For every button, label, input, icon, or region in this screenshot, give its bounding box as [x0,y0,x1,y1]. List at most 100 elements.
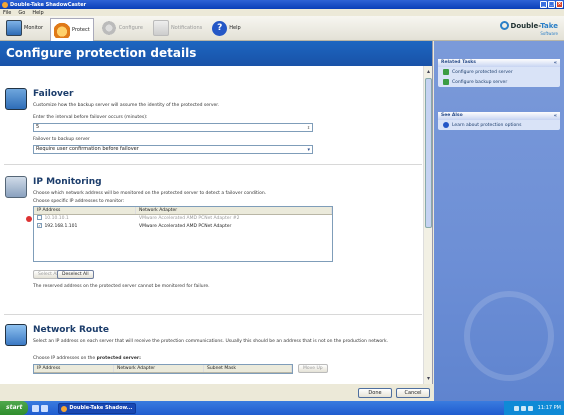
ip-monitoring-icon [5,176,27,198]
start-button[interactable]: start [0,401,29,415]
tray-icon[interactable] [527,405,533,411]
row-checkbox[interactable]: ✓ [37,223,42,228]
row-checkbox[interactable] [37,215,42,220]
route-choose-text: Choose IP addresses on the [33,356,97,361]
failover-desc: Customize how the backup server will ass… [33,103,220,108]
notifications-button[interactable]: Notifications [150,18,205,38]
ip-table: IP Address Network Adapter 10.10.10.1 VM… [26,206,333,262]
tray-icon[interactable] [520,405,526,411]
failover-select[interactable]: Require user confirmation before failove… [33,145,313,154]
network-route-section: Network Route Select an IP address on ea… [5,322,418,384]
column-network-adapter[interactable]: Network Adapter [136,207,332,214]
network-route-title: Network Route [33,325,109,335]
error-icon [26,216,32,222]
monitor-button[interactable]: Monitor [3,18,46,38]
main-panel: Configure protection details Failover Cu… [0,41,433,401]
scroll-down-icon[interactable]: ▾ [425,375,432,382]
route-table-header: IP Address Network Adapter Subnet Mask [34,365,292,373]
scroll-up-icon[interactable]: ▴ [425,68,432,75]
cancel-button[interactable]: Cancel [396,388,430,398]
quick-launch-icon[interactable] [32,404,40,412]
help-button[interactable]: ? Help [209,18,243,38]
toolbar: Monitor Protect Configure Notifications … [0,16,564,41]
taskbar-app-button[interactable]: Double-Take Shadow... [58,402,137,414]
related-tasks-header[interactable]: Related Tasks « [438,59,560,67]
interval-label: Enter the interval before failover occur… [33,115,148,120]
window-controls: _ □ × [540,1,563,8]
configure-label: Configure [118,25,143,31]
route-choose-label: Choose IP addresses on the protected ser… [33,356,141,361]
tray-icon[interactable] [513,405,519,411]
scroll-thumb[interactable] [425,78,432,228]
taskbar-app-label: Double-Take Shadow... [69,404,133,411]
see-also-box: See Also « Learn about protection option… [438,112,560,130]
divider [4,164,422,165]
table-row[interactable]: ✓ 192.168.1.101 VMware Accelerated AMD P… [34,223,332,231]
help-icon [443,122,449,128]
see-also-header[interactable]: See Also « [438,112,560,120]
failover-title: Failover [33,89,74,99]
protect-button[interactable]: Protect [50,17,94,41]
failover-select-value: Require user confirmation before failove… [36,146,139,152]
notifications-label: Notifications [170,25,203,31]
menu-help[interactable]: Help [32,10,43,16]
dialog-footer: Done Cancel [0,384,433,401]
monitor-label: Monitor [24,25,44,31]
adapter-cell: VMware Accelerated AMD PCNet Adapter [139,224,232,229]
menu-go[interactable]: Go [18,10,25,16]
related-tasks-title: Related Tasks [441,60,476,65]
done-button[interactable]: Done [358,388,392,398]
logo-mark-icon [499,21,509,30]
content-area: Failover Customize how the backup server… [0,66,424,384]
quick-launch-icon[interactable] [41,404,49,412]
logo-double: Double- [510,21,541,30]
see-also-title: See Also [441,113,463,118]
title-bar: Double-Take ShadowCaster _ □ × [0,0,564,9]
failover-label: Failover to backup server [33,137,90,142]
collapse-icon[interactable]: « [554,112,557,120]
deselect-all-button[interactable]: Deselect All [57,270,94,279]
interval-input[interactable]: 5 ⇕ [33,123,313,132]
ip-monitoring-section: IP Monitoring Choose which network addre… [5,174,418,304]
table-row[interactable]: 10.10.10.1 VMware Accelerated AMD PCNet … [26,215,332,223]
server-icon [443,69,449,75]
monitor-icon [6,20,22,36]
task-configure-protected[interactable]: Configure protected server [438,67,560,77]
task-configure-backup[interactable]: Configure backup server [438,77,560,87]
network-route-desc: Select an IP address on each server that… [33,339,389,344]
minimize-button[interactable]: _ [540,1,547,8]
column-network-adapter[interactable]: Network Adapter [114,365,204,372]
column-ip-address[interactable]: IP Address [34,207,136,214]
task-label: Configure backup server [452,79,508,85]
ip-cell: 192.168.1.101 [44,224,78,229]
vertical-scrollbar[interactable]: ▴ ▾ [423,66,432,384]
task-label: Configure protected server [452,69,513,75]
divider [4,314,422,315]
ip-monitoring-title: IP Monitoring [33,177,102,187]
logo-sub: Software [540,31,558,36]
protect-label: Protect [72,26,90,33]
column-ip-address[interactable]: IP Address [34,365,114,372]
window-title: Double-Take ShadowCaster [10,1,87,8]
taskbar: start Double-Take Shadow... 11:17 PM [0,401,564,415]
close-button[interactable]: × [556,1,563,8]
ip-table-header: IP Address Network Adapter [34,207,332,215]
maximize-button[interactable]: □ [548,1,555,8]
collapse-icon[interactable]: « [554,59,557,67]
configure-button[interactable]: Configure [98,18,146,38]
route-choose-bold: protected server: [96,356,141,361]
app-icon [61,405,68,412]
failover-icon [5,88,27,110]
double-take-logo: Double-Take Software [499,21,558,36]
app-icon [2,1,8,8]
adapter-cell: VMware Accelerated AMD PCNet Adapter #2 [139,216,240,221]
see-also-label: Learn about protection options [452,122,522,128]
ip-monitoring-note: The reserved address on the protected se… [33,284,210,289]
page-title: Configure protection details [0,41,432,66]
learn-protection-options[interactable]: Learn about protection options [438,120,560,130]
spinner-icon[interactable]: ⇕ [306,125,311,130]
column-subnet-mask[interactable]: Subnet Mask [204,365,292,372]
move-up-button[interactable]: Move Up [298,364,328,373]
menu-file[interactable]: File [3,10,11,16]
menu-bar: File Go Help [0,9,564,16]
